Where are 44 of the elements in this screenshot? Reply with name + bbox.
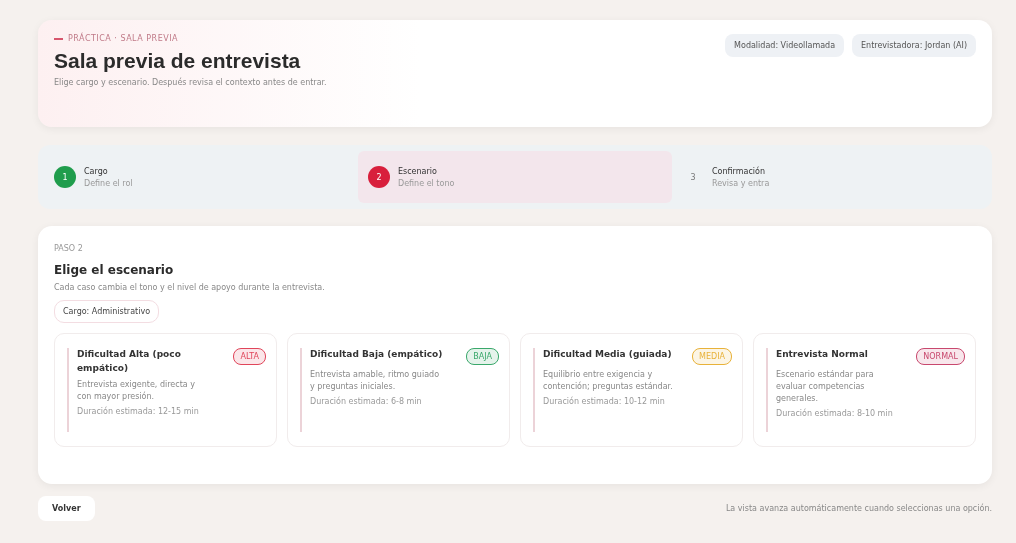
scenario-card[interactable]: Entrevista Normal NORMAL Escenario estándar para evaluar competencias generales. Duración estimada: 8-10 min xyxy=(753,333,976,447)
step-label: Confirmación xyxy=(712,166,767,176)
info-chip: Entrevistadora: Jordan (AI) xyxy=(852,34,976,57)
page-title: Sala previa de entrevista xyxy=(54,49,302,73)
scenario-description: Entrevista exigente, directa y con mayor presión. xyxy=(77,379,196,403)
step-number: 1 xyxy=(54,166,76,188)
scenario-title: Dificultad Media (guiada) xyxy=(543,348,672,361)
scenario-card[interactable]: Dificultad Baja (empático) BAJA Entrevista amable, ritmo guiado y preguntas iniciales. Duración estimada: 6-8 min xyxy=(287,333,510,447)
scenario-title: Dificultad Alta (poco empático) xyxy=(77,348,182,375)
step-label: Cargo xyxy=(84,166,109,176)
scenario-description: Equilibrio entre exigencia y contención; preguntas estándar. xyxy=(543,369,673,393)
scenario-card[interactable]: Dificultad Media (guiada) MEDIA Equilibrio entre exigencia y contención; preguntas estándar. Duración estimada: 10-12 min xyxy=(520,333,743,447)
scenario-title: Dificultad Baja (empático) xyxy=(310,348,443,361)
eyebrow-text: PRÁCTICA · SALA PREVIA xyxy=(68,34,178,43)
step-item[interactable]: 2 Escenario Define el tono xyxy=(358,151,672,203)
role-chip: Cargo: Administrativo xyxy=(54,300,160,323)
scenario-duration: Duración estimada: 6-8 min xyxy=(310,397,423,406)
footer-note: La vista avanza automáticamente cuando seleccionas una opción. xyxy=(725,504,992,513)
difficulty-badge: NORMAL xyxy=(916,348,965,365)
difficulty-badge: ALTA xyxy=(233,348,266,365)
back-button[interactable]: Volver xyxy=(38,496,95,521)
step-label: PASO 2 xyxy=(54,244,84,253)
step-number: 3 xyxy=(689,171,697,184)
difficulty-badge: MEDIA xyxy=(692,348,732,365)
section-description: Cada caso cambia el tono y el nivel de apoyo durante la entrevista. xyxy=(54,283,326,292)
step-hint: Revisa y entra xyxy=(712,178,770,188)
info-chip: Modalidad: Videollamada xyxy=(725,34,845,57)
section-title: Elige el escenario xyxy=(54,263,175,277)
step-hint: Define el tono xyxy=(398,178,455,188)
step-label: Escenario xyxy=(398,166,438,176)
scenario-duration: Duración estimada: 12-15 min xyxy=(77,407,200,416)
step-hint: Define el rol xyxy=(84,178,133,188)
page-subtitle: Elige cargo y escenario. Después revisa el contexto antes de entrar. xyxy=(54,77,328,89)
step-item[interactable]: 1 Cargo Define el rol xyxy=(44,151,358,203)
scenario-description: Entrevista amable, ritmo guiado y preguntas iniciales. xyxy=(310,369,440,393)
scenario-duration: Duración estimada: 8-10 min xyxy=(776,409,894,418)
difficulty-badge: BAJA xyxy=(466,348,499,365)
scenario-duration: Duración estimada: 10-12 min xyxy=(543,397,666,406)
step-number: 2 xyxy=(368,166,390,188)
scenario-title: Entrevista Normal xyxy=(776,348,868,361)
step-item[interactable]: 3 Confirmación Revisa y entra xyxy=(672,151,986,203)
dash-icon xyxy=(54,37,63,40)
scenario-description: Escenario estándar para evaluar competencias generales. xyxy=(776,369,875,405)
scenario-card[interactable]: Dificultad Alta (poco empático) ALTA Entrevista exigente, directa y con mayor presión. Duración estimada: 12-15 min xyxy=(54,333,277,447)
